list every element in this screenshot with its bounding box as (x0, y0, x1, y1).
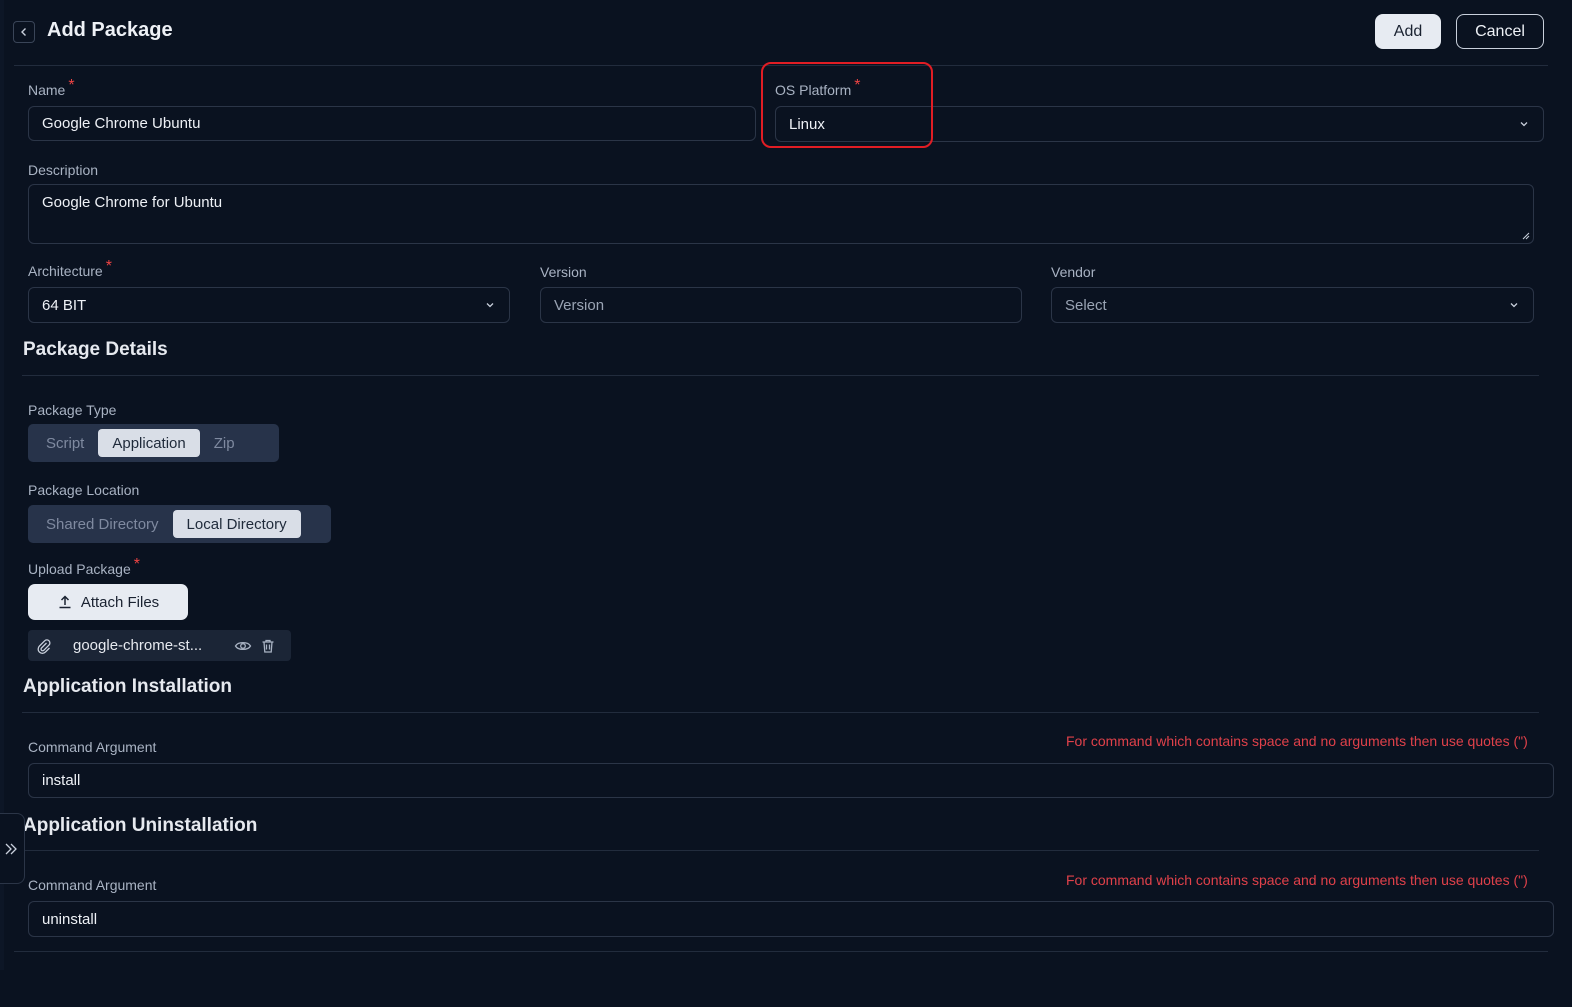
package-location-toggle: Shared Directory Local Directory (28, 505, 331, 543)
highlight-annotation (761, 62, 933, 148)
footer-divider (14, 951, 1548, 952)
application-uninstallation-title: Application Uninstallation (23, 815, 258, 836)
chevron-down-icon (1510, 303, 1518, 308)
architecture-label: Architecture * (28, 258, 112, 279)
version-label: Version (540, 264, 587, 280)
uninstall-command-input[interactable]: uninstall (28, 901, 1554, 937)
package-type-toggle: Script Application Zip (28, 424, 279, 462)
upload-package-label: Upload Package * (28, 556, 140, 577)
attached-file-name: google-chrome-st... (73, 637, 203, 654)
section-divider (22, 712, 1539, 713)
double-chevron-right-icon (5, 843, 17, 854)
chevron-down-icon (486, 303, 494, 308)
section-divider (22, 850, 1539, 851)
architecture-select[interactable]: 64 BIT (28, 287, 510, 323)
chevron-down-icon (1520, 122, 1528, 127)
package-type-label: Package Type (28, 402, 117, 418)
package-type-script[interactable]: Script (32, 429, 98, 457)
package-location-label: Package Location (28, 482, 140, 498)
package-location-shared[interactable]: Shared Directory (32, 510, 173, 538)
attach-files-button[interactable]: Attach Files (28, 584, 188, 620)
name-label: Name * (28, 77, 75, 98)
package-location-local[interactable]: Local Directory (172, 510, 301, 538)
name-input[interactable]: Google Chrome Ubuntu (28, 106, 756, 141)
page-title: Add Package (47, 19, 173, 41)
install-command-hint: For command which contains space and no … (1066, 733, 1528, 749)
description-textarea[interactable]: Google Chrome for Ubuntu (28, 184, 1534, 244)
package-type-zip[interactable]: Zip (200, 429, 249, 457)
description-label: Description (28, 162, 99, 178)
upload-icon (59, 595, 71, 609)
package-details-title: Package Details (23, 339, 168, 360)
package-type-application[interactable]: Application (98, 429, 200, 457)
version-input[interactable]: Version (540, 287, 1022, 323)
cancel-button[interactable]: Cancel (1456, 14, 1544, 49)
application-installation-title: Application Installation (23, 676, 233, 697)
resize-grip-icon[interactable] (1521, 231, 1530, 240)
chevron-left-icon (21, 28, 26, 36)
attached-file-item: google-chrome-st... (28, 630, 291, 661)
back-button[interactable] (13, 21, 35, 43)
eye-icon[interactable] (234, 638, 252, 654)
uninstall-command-hint: For command which contains space and no … (1066, 872, 1528, 888)
uninstall-command-label: Command Argument (28, 877, 157, 893)
vendor-label: Vendor (1051, 264, 1096, 280)
add-button[interactable]: Add (1375, 14, 1441, 49)
paperclip-icon (37, 638, 51, 654)
expand-sidebar-button[interactable] (0, 813, 25, 884)
section-divider (22, 375, 1539, 376)
install-command-label: Command Argument (28, 739, 157, 755)
trash-icon[interactable] (260, 638, 276, 654)
install-command-input[interactable]: install (28, 763, 1554, 798)
vendor-select[interactable]: Select (1051, 287, 1534, 323)
